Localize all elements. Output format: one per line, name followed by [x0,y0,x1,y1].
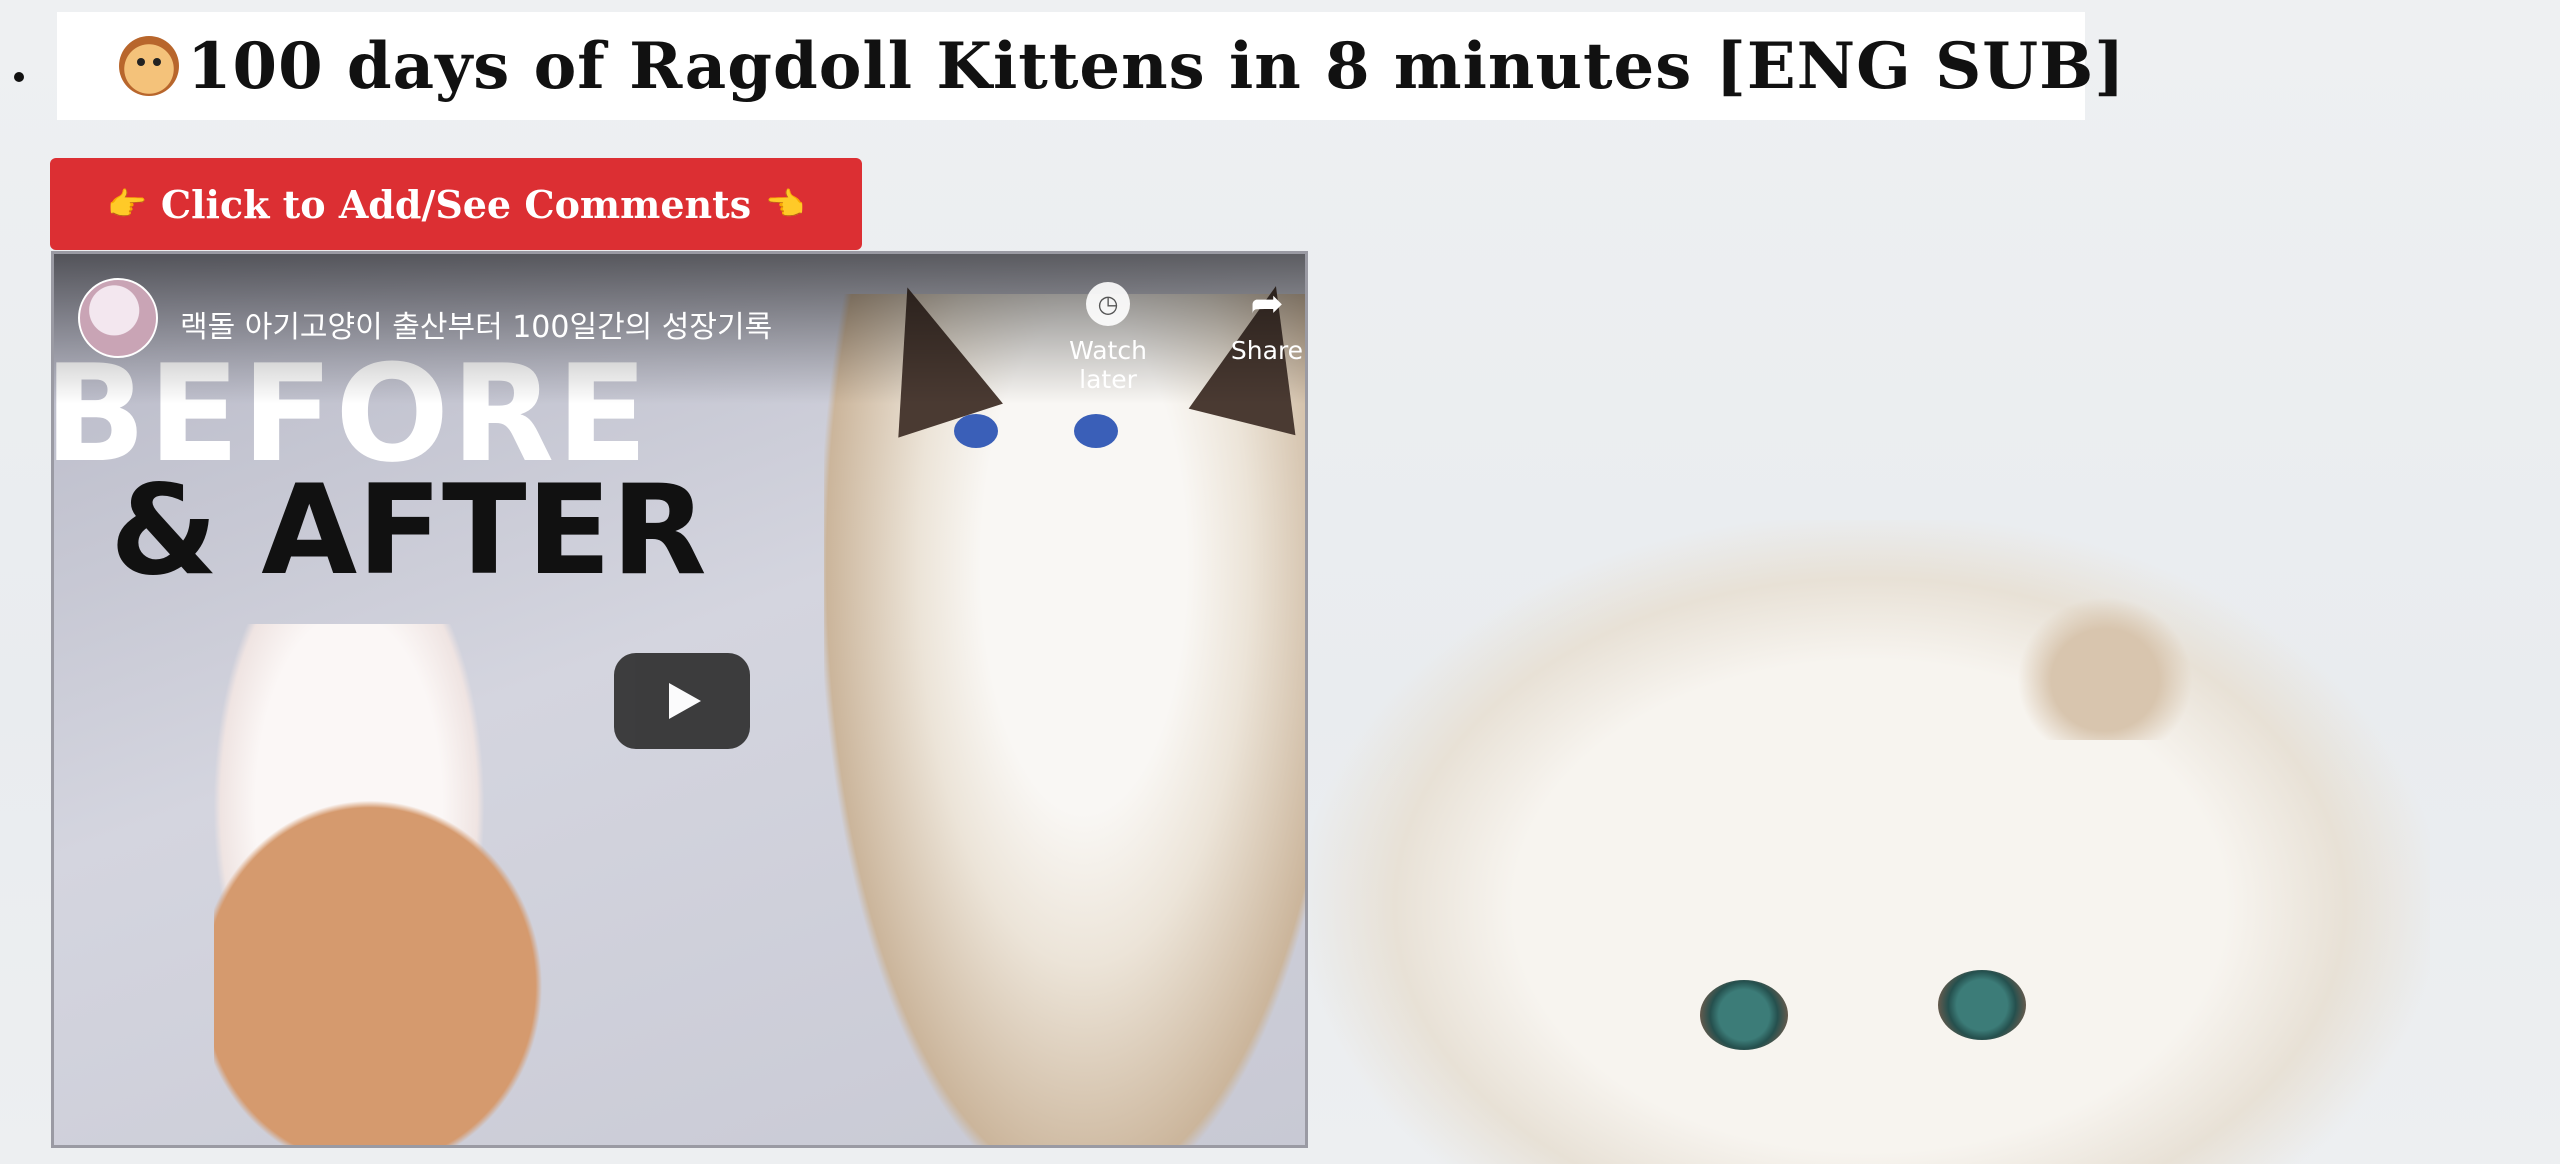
cat-eye [954,414,998,448]
cat-eye [1074,414,1118,448]
background-kitten-image [1310,520,2430,1164]
share-button[interactable]: ➦ Share [1207,281,1305,365]
share-arrow-icon: ➦ [1250,281,1284,327]
add-see-comments-button[interactable]: 👉 Click to Add/See Comments 👈 [50,158,862,250]
list-bullet [14,72,24,82]
youtube-video-embed[interactable]: BEFORE & AFTER 랙돌 아기고양이 출산부터 100일간의 성장기록… [51,251,1308,1148]
background-kitten-eye [1938,970,2026,1040]
watch-later-button[interactable]: ◷ Watch later [1048,282,1168,394]
holding-hand-image [214,734,604,1145]
play-button[interactable] [614,653,750,749]
watch-later-label: Watch later [1069,336,1147,394]
thumbnail-after-text: & AFTER [110,459,707,603]
clock-icon: ◷ [1086,282,1130,326]
background-kitten-ear [2010,590,2200,740]
page-title-box: 100 days of Ragdoll Kittens in 8 minutes… [57,12,2124,120]
pointing-right-icon: 👉 [107,185,147,223]
dog-face-icon [119,36,179,96]
page-title: 100 days of Ragdoll Kittens in 8 minutes… [187,28,2126,104]
channel-avatar[interactable] [78,278,158,358]
background-kitten-eye [1700,980,1788,1050]
share-label: Share [1230,336,1304,365]
pointing-left-icon: 👈 [765,185,805,223]
comments-button-label: Click to Add/See Comments [160,181,752,227]
video-title[interactable]: 랙돌 아기고양이 출산부터 100일간의 성장기록 [180,302,772,346]
